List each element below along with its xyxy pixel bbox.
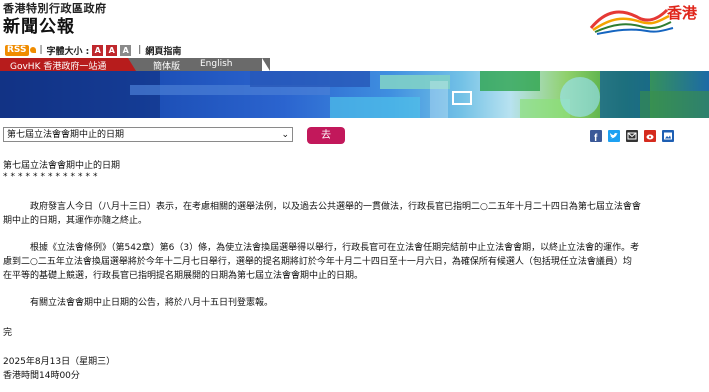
article-title: 第七屆立法會會期中止的日期 [3, 161, 121, 171]
font-size-medium-button[interactable]: A [106, 44, 118, 56]
rss-icon [29, 47, 36, 53]
chevron-down-icon: ⌄ [281, 130, 289, 140]
paragraph-3: 有關立法會會期中止日期的公告，將於八月十五日刊登憲報。 [30, 298, 274, 308]
article-select-value: 第七屆立法會會期中止的日期 [7, 130, 125, 140]
utility-toolbar: RSS | 字體大小 : A A A | 網頁指南 [0, 43, 181, 57]
page-header: 香港特別行政區政府 新聞公報 香港 [0, 0, 709, 44]
email-icon[interactable] [626, 130, 638, 142]
article-select[interactable]: 第七屆立法會會期中止的日期 ⌄ [3, 127, 293, 142]
header-banner [0, 71, 709, 118]
brand-hong-kong-logo[interactable]: 香港 [561, 0, 701, 40]
article-end-mark: 完 [3, 328, 13, 338]
divider: | [39, 45, 43, 55]
go-button[interactable]: 去 [307, 127, 345, 144]
release-date: 2025年8月13日（星期三） [3, 357, 116, 367]
top-nav: GovHK 香港政府一站通 簡体版 English [0, 58, 270, 72]
brand-text: 香港 [666, 4, 697, 22]
paragraph-1-line-1: 政府發言人今日（八月十三日）表示，在考慮相關的選舉法例，以及過去公共選舉的一貫做… [30, 202, 641, 212]
font-size-large-button[interactable]: A [120, 44, 132, 56]
font-size-label: 字體大小 : [46, 46, 90, 57]
facebook-icon[interactable]: f [590, 130, 602, 142]
weibo-icon[interactable] [644, 130, 656, 142]
title-stars: ************* [3, 172, 101, 182]
nav-english[interactable]: English [200, 59, 233, 69]
nav-govhk[interactable]: GovHK 香港政府一站通 [0, 58, 136, 71]
font-size-small-button[interactable]: A [92, 44, 104, 56]
image-icon[interactable] [662, 130, 674, 142]
accessibility-guide-link[interactable]: 網頁指南 [145, 44, 181, 57]
divider: | [138, 45, 142, 55]
site-title[interactable]: 新聞公報 [3, 12, 75, 37]
paragraph-2-line-1: 根據《立法會條例》（第542章）第6（3）條，為使立法會換屆選舉得以舉行，行政長… [30, 243, 640, 253]
paragraph-1-line-2: 期中止的日期，其運作亦隨之終止。 [3, 216, 148, 226]
paragraph-2-line-2: 慮到二○二五年立法會換屆選舉將於今年十二月七日舉行，選舉的提名期將訂於今年十月二… [3, 257, 632, 267]
rss-link[interactable]: RSS [5, 44, 29, 56]
twitter-icon[interactable] [608, 130, 620, 142]
release-time: 香港時間14時00分 [3, 371, 80, 381]
paragraph-2-line-3: 在平等的基礎上競選，行政長官已指明提名期展開的日期為第七屆立法會會期中止的日期。 [3, 271, 364, 281]
